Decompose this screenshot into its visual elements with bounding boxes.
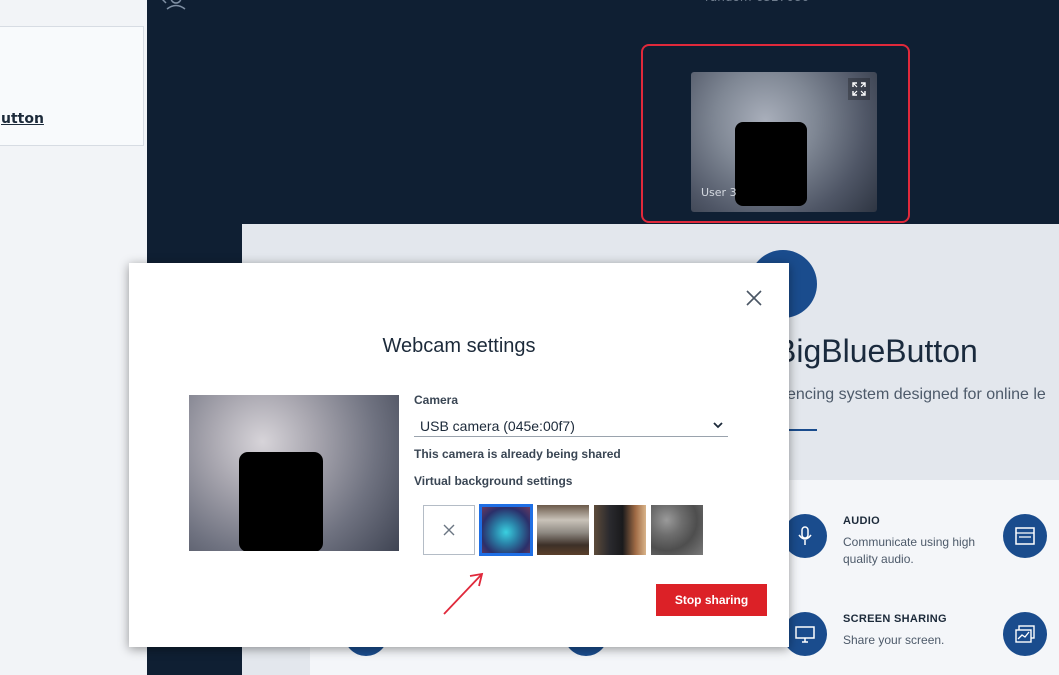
chevron-down-icon — [713, 422, 723, 429]
window-icon — [1003, 514, 1047, 558]
webcam-video[interactable]: User 3 — [691, 72, 877, 212]
camera-warning: This camera is already being shared — [414, 447, 621, 461]
welcome-title: BigBlueButton — [775, 333, 978, 369]
stop-sharing-button[interactable]: Stop sharing — [656, 584, 767, 616]
meeting-name: random-6327080 — [705, 0, 809, 4]
annotation-arrow — [443, 572, 484, 615]
camera-label: Camera — [414, 393, 459, 407]
close-icon[interactable] — [743, 287, 765, 309]
virtual-background-label: Virtual background settings — [414, 474, 573, 488]
feature-title-audio: AUDIO — [843, 515, 880, 527]
modal-title: Webcam settings — [382, 335, 536, 357]
face-redaction — [735, 122, 807, 206]
analytics-icon — [1003, 612, 1047, 656]
camera-select-value: USB camera (045e:00f7) — [420, 417, 575, 434]
close-icon — [443, 524, 455, 536]
feature-title-screen-sharing: SCREEN SHARING — [843, 613, 947, 625]
background-option-blur-abstract[interactable] — [479, 504, 533, 556]
user-list-toggle-icon[interactable] — [162, 0, 188, 10]
background-option-texture-grey[interactable] — [651, 505, 703, 555]
webcam-preview — [189, 395, 399, 551]
background-none-option[interactable] — [423, 505, 475, 555]
fullscreen-icon[interactable] — [848, 78, 870, 100]
welcome-subtitle: encing system designed for online le — [787, 386, 1046, 403]
background-option-living-room[interactable] — [537, 505, 589, 555]
monitor-icon — [783, 612, 827, 656]
card-period: . — [35, 111, 40, 127]
chat-message-card: utton . — [0, 26, 144, 146]
title-underline — [787, 429, 817, 431]
left-panel: utton . — [0, 0, 147, 675]
feature-desc-audio-2: quality audio. — [843, 552, 914, 566]
feature-desc-audio-1: Communicate using high — [843, 535, 976, 549]
microphone-icon — [783, 514, 827, 558]
webcam-user-label: User 3 — [701, 186, 737, 199]
camera-select[interactable]: USB camera (045e:00f7) — [414, 415, 728, 437]
background-option-office-tv[interactable] — [594, 505, 646, 555]
feature-desc-screen-sharing: Share your screen. — [843, 633, 945, 647]
preview-face-redaction — [239, 452, 323, 551]
